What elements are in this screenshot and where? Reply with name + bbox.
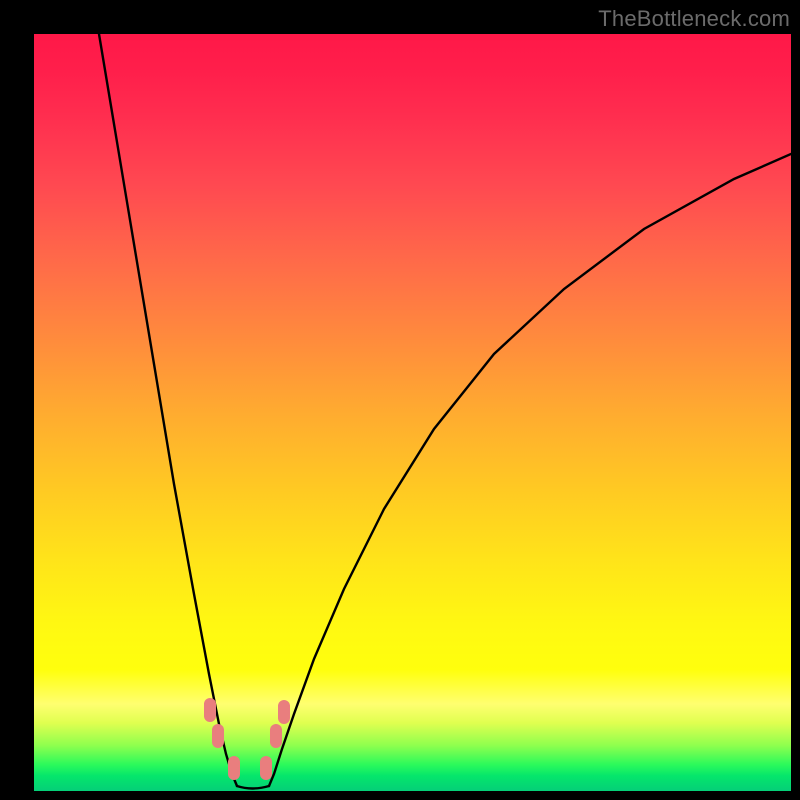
curve-trough <box>237 786 269 789</box>
curve-left-branch <box>99 34 237 786</box>
curve-marker <box>228 756 240 780</box>
watermark-text: TheBottleneck.com <box>598 6 790 32</box>
plot-area <box>34 34 791 791</box>
curve-marker <box>260 756 272 780</box>
curve-marker <box>278 700 290 724</box>
curve-marker <box>270 724 282 748</box>
curve-marker <box>204 698 216 722</box>
curve-layer <box>34 34 791 791</box>
curve-marker <box>212 724 224 748</box>
curve-right-branch <box>269 154 791 786</box>
